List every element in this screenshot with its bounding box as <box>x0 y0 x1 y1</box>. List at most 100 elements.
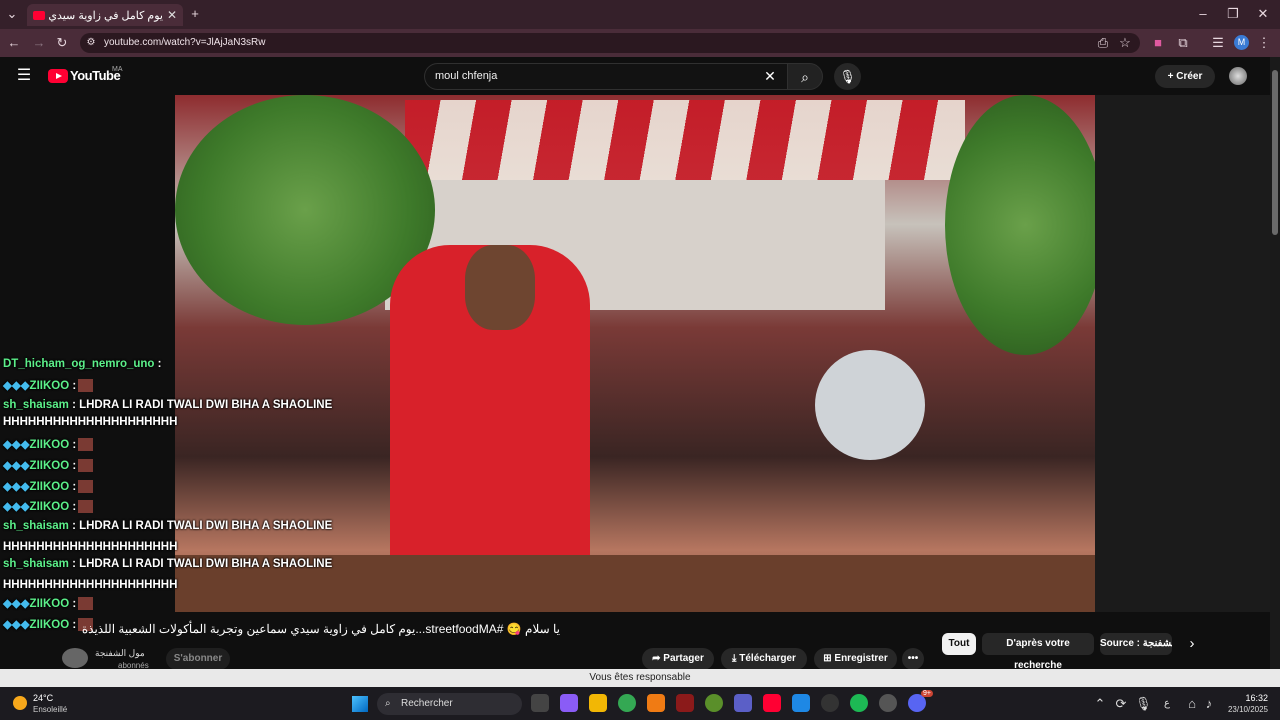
more-icon: ••• <box>907 653 919 664</box>
hamburger-menu-icon[interactable]: ☰ <box>14 66 34 86</box>
tab-list-icon[interactable]: ⌄ <box>2 4 22 24</box>
youtube-app-icon[interactable] <box>763 694 781 712</box>
new-tab-icon[interactable]: + <box>186 4 204 24</box>
reading-list-icon[interactable]: ☰ <box>1210 33 1226 53</box>
profile-avatar[interactable]: M <box>1234 35 1249 50</box>
chat-message: HHHHHHHHHHHHHHHHHHHHH <box>3 541 177 553</box>
clear-search-icon[interactable]: ✕ <box>762 66 778 86</box>
save-button[interactable]: ⊞ Enregistrer <box>814 648 897 670</box>
tray-sync-icon[interactable]: ⟳ <box>1113 694 1129 714</box>
taskbar-search[interactable]: ⌕ Rechercher <box>377 693 522 715</box>
chat-message: ◆◆◆ZIIKOO : <box>3 596 94 611</box>
video-frame-awning <box>405 100 965 180</box>
weather-temp[interactable]: 24°C <box>33 693 53 703</box>
tray-language-icon[interactable]: ع <box>1160 694 1174 714</box>
microphone-icon: 🎙 <box>839 69 856 84</box>
chat-text: HHHHHHHHHHHHHHHHHHHHH <box>3 579 178 591</box>
chat-text: : LHDRA LI RADI TWALI DWI BIHA A SHAOLIN… <box>72 558 333 570</box>
chat-emote-icon <box>78 480 94 494</box>
teams-icon[interactable] <box>734 694 752 712</box>
file-explorer-icon[interactable] <box>589 694 607 712</box>
chip-search-related[interactable]: D'après votre recherche <box>982 633 1094 671</box>
install-icon[interactable]: ⎙ <box>1095 33 1111 53</box>
tray-mic-icon[interactable]: 🎙 <box>1135 694 1152 714</box>
chip-all[interactable]: Tout <box>942 633 976 655</box>
notification-badge: 9+ <box>921 690 933 697</box>
address-bar[interactable]: youtube.com/watch?v=JlAjJaN3sRw <box>80 33 1140 53</box>
chat-message: ◆◆◆ZIIKOO : <box>3 437 94 452</box>
voice-search-button[interactable]: 🎙 <box>834 63 861 90</box>
youtube-logo-icon[interactable] <box>48 69 68 83</box>
tab-title: يوم كامل في زاوية سيدي س... <box>49 9 163 22</box>
chat-text: : <box>72 501 77 513</box>
chips-next-icon[interactable]: › <box>1184 634 1200 654</box>
video-frame-greens-right <box>945 95 1095 355</box>
tray-overflow-icon[interactable]: ⌃ <box>1093 694 1107 714</box>
chat-message: DT_hicham_og_nemro_uno : <box>3 358 162 370</box>
extensions-puzzle-icon[interactable]: ⧉ <box>1175 33 1191 53</box>
tray-volume-icon[interactable]: ♪ <box>1202 694 1216 714</box>
channel-avatar[interactable] <box>62 648 88 668</box>
forward-icon[interactable]: → <box>30 33 48 53</box>
windows-start-icon[interactable] <box>352 696 368 712</box>
site-info-icon[interactable]: ⚙ <box>84 33 98 53</box>
browser-tab[interactable]: يوم كامل في زاوية سيدي س... ✕ <box>27 4 183 26</box>
share-button[interactable]: ➦ Partager <box>642 648 714 670</box>
chat-badges: ◆◆◆ <box>3 380 30 392</box>
video-player[interactable] <box>175 95 1095 612</box>
close-window-icon[interactable]: ✕ <box>1255 4 1271 24</box>
scrollbar-thumb[interactable] <box>1272 70 1278 235</box>
side-panel <box>1095 95 1270 612</box>
plus-icon: + <box>1167 71 1177 82</box>
app-circle-icon[interactable] <box>821 694 839 712</box>
more-actions-button[interactable]: ••• <box>902 648 924 670</box>
reload-icon[interactable]: ↻ <box>53 33 71 53</box>
account-avatar[interactable] <box>1229 67 1247 85</box>
search-icon: ⌕ <box>801 69 809 85</box>
tray-network-icon[interactable]: ⌂ <box>1185 694 1199 714</box>
chat-message: sh_shaisam : LHDRA LI RADI TWALI DWI BIH… <box>3 558 332 570</box>
extension-icon[interactable]: ■ <box>1150 33 1166 53</box>
minimize-icon[interactable]: – <box>1195 4 1211 24</box>
region-code: MA <box>112 66 123 73</box>
search-button[interactable]: ⌕ <box>787 63 823 90</box>
chat-username: ZIIKOO <box>29 598 70 610</box>
chat-badges: ◆◆◆ <box>3 598 30 610</box>
settings-gear-icon[interactable] <box>879 694 897 712</box>
weather-desc[interactable]: Ensoleillé <box>33 705 67 714</box>
bookmark-star-icon[interactable]: ☆ <box>1117 33 1133 53</box>
chat-badges: ◆◆◆ <box>3 460 30 472</box>
chat-username: ZIIKOO <box>29 380 70 392</box>
chat-message: ◆◆◆ZIIKOO : <box>3 378 94 393</box>
browser-menu-icon[interactable]: ⋮ <box>1257 33 1271 53</box>
close-tab-icon[interactable]: ✕ <box>167 8 177 22</box>
chat-username: sh_shaisam <box>3 399 69 411</box>
spotify-icon[interactable] <box>850 694 868 712</box>
chat-text: : <box>72 481 77 493</box>
channel-name[interactable]: مول الشفنجة <box>95 648 145 659</box>
task-view-icon[interactable] <box>531 694 549 712</box>
save-icon: ⊞ <box>823 653 835 664</box>
notes-icon[interactable] <box>792 694 810 712</box>
app-shield-icon[interactable] <box>705 694 723 712</box>
chrome-icon[interactable] <box>618 694 636 712</box>
chat-text: : <box>157 358 162 370</box>
app-a-icon[interactable] <box>647 694 665 712</box>
chat-message: sh_shaisam : LHDRA LI RADI TWALI DWI BIH… <box>3 399 332 411</box>
search-input[interactable]: moul chfenja <box>424 63 787 90</box>
subscribe-button[interactable]: S'abonner <box>166 648 230 670</box>
restore-icon[interactable]: ❐ <box>1225 4 1241 24</box>
video-title: يا سلام 😋 #streetfoodMA...يوم كامل في زا… <box>81 622 560 636</box>
create-button[interactable]: + Créer <box>1155 65 1215 88</box>
weather-sun-icon[interactable] <box>13 696 27 710</box>
clock-time[interactable]: 16:32 <box>1232 693 1268 703</box>
clock-date[interactable]: 23/10/2025 <box>1222 705 1268 714</box>
app-media-icon[interactable] <box>676 694 694 712</box>
share-label: Partager <box>663 653 704 664</box>
download-label: Télécharger <box>739 653 796 664</box>
chip-source[interactable]: Source : الشفنجة <box>1100 633 1172 655</box>
back-icon[interactable]: ← <box>5 33 23 53</box>
save-label: Enregistrer <box>834 653 888 664</box>
download-button[interactable]: ⤓ Télécharger <box>721 648 807 670</box>
copilot-icon[interactable] <box>560 694 578 712</box>
